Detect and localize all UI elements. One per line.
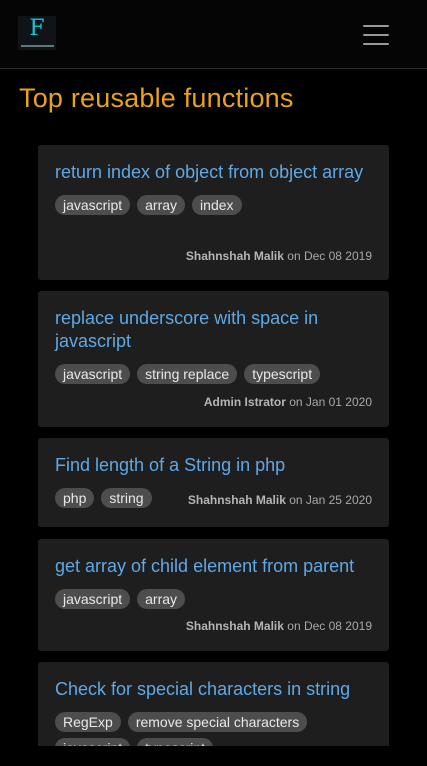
tag[interactable]: typescript [137,738,214,746]
tag[interactable]: RegExp [55,712,121,732]
post-list: return index of object from object array… [0,145,427,746]
post-card: Find length of a String in php php string… [38,438,389,527]
post-title-link[interactable]: return index of object from object array [55,161,372,184]
menu-bar-middle [363,34,389,36]
hamburger-menu-icon[interactable] [363,23,391,47]
tag[interactable]: string replace [137,364,238,384]
post-card: get array of child element from parent j… [38,539,389,651]
tag[interactable]: string [101,488,152,508]
site-logo[interactable]: F [18,16,56,50]
post-date: on Jan 25 2020 [289,493,372,507]
tag[interactable]: index [192,195,242,215]
tag[interactable]: javascript [55,738,131,746]
post-author: Shahnshah Malik [187,493,286,507]
post-card: replace underscore with space in javascr… [38,291,389,427]
post-author: Shahnshah Malik [185,249,284,263]
post-title-link[interactable]: replace underscore with space in javascr… [55,307,372,353]
logo-underline [21,45,54,47]
menu-bar-bottom [363,43,389,45]
post-meta: Shahnshah Malik on Dec 08 2019 [186,619,372,633]
post-title-link[interactable]: Find length of a String in php [55,454,372,477]
tag-list: RegExp remove special characters javascri… [55,712,372,746]
tag[interactable]: typescript [244,364,321,384]
logo-letter: F [29,16,45,41]
tag-list: javascript string replace typescript [55,364,372,384]
tag[interactable]: javascript [55,195,131,215]
post-meta: Shahnshah Malik on Jan 25 2020 [188,493,372,507]
tag-list: javascript array index [55,195,372,215]
post-card: return index of object from object array… [38,145,389,280]
post-card: Check for special characters in string R… [38,662,389,746]
page-title: Top reusable functions [19,83,294,113]
menu-bar-top [363,25,389,27]
tag[interactable]: javascript [55,589,131,609]
navbar: F [0,0,427,69]
tag-list: javascript array [55,589,372,609]
post-author: Admin Istrator [203,395,286,409]
post-title-link[interactable]: get array of child element from parent [55,555,372,578]
post-date: on Dec 08 2019 [287,619,372,633]
post-date: on Dec 08 2019 [287,249,372,263]
post-meta: Admin Istrator on Jan 01 2020 [204,395,372,409]
tag[interactable]: php [55,488,95,508]
post-title-link[interactable]: Check for special characters in string [55,678,372,701]
post-date: on Jan 01 2020 [289,395,372,409]
post-author: Shahnshah Malik [185,619,284,633]
post-meta: Shahnshah Malik on Dec 08 2019 [186,249,372,263]
tag[interactable]: remove special characters [127,712,308,732]
tag[interactable]: array [137,589,186,609]
tag[interactable]: array [137,195,186,215]
tag[interactable]: javascript [55,364,131,384]
